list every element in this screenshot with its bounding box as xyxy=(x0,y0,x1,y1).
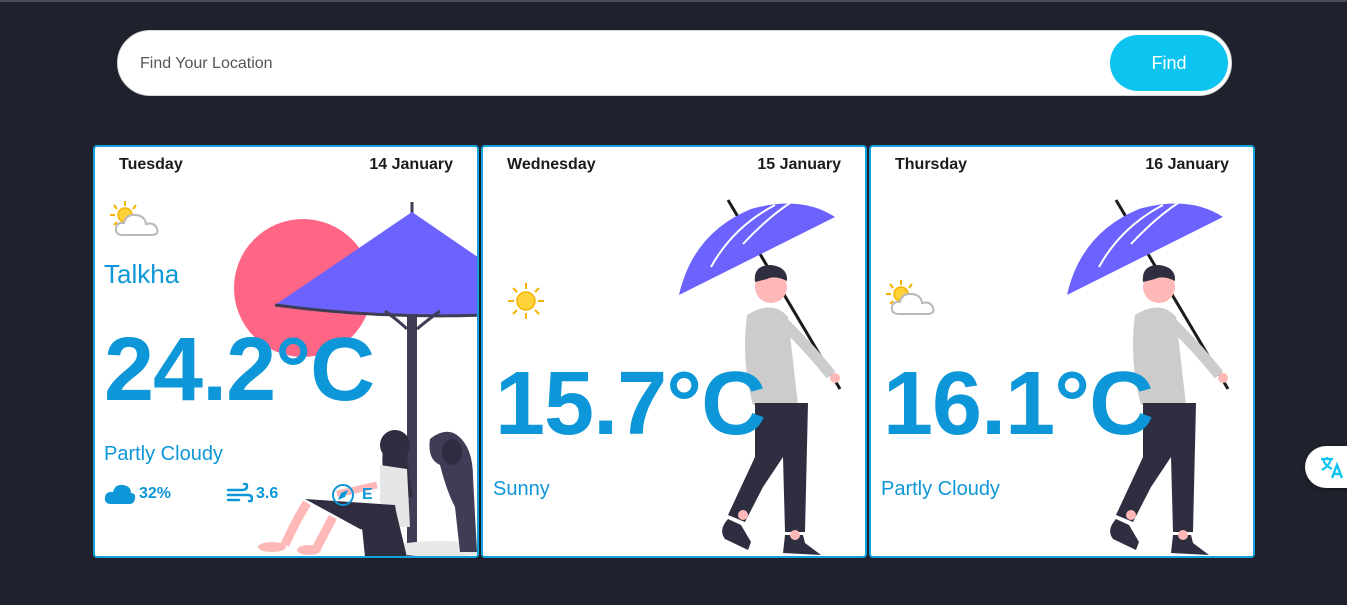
day-label: Tuesday xyxy=(119,156,183,173)
date-label: 15 January xyxy=(757,156,841,173)
humidity-value: 32% xyxy=(139,485,172,502)
day-label: Wednesday xyxy=(507,156,596,173)
forecast-card-day3: Thursday 16 January 16.1°C Partly Cloudy xyxy=(869,145,1255,558)
temperature: 15.7°C xyxy=(495,354,766,454)
city-name: Talkha xyxy=(104,259,180,289)
date-label: 16 January xyxy=(1145,156,1229,173)
compass-icon xyxy=(332,484,354,506)
partly-cloudy-icon xyxy=(110,201,159,236)
search-bar: Find xyxy=(117,30,1232,96)
partly-cloudy-icon xyxy=(886,280,935,315)
temperature: 24.2°C xyxy=(104,320,375,420)
wind-speed-value: 3.6 xyxy=(256,485,279,502)
window-top-border xyxy=(0,0,1347,2)
weather-condition: Sunny xyxy=(493,478,550,500)
weather-condition: Partly Cloudy xyxy=(881,478,1000,500)
wind-direction-value: E xyxy=(362,486,373,503)
cloud-icon xyxy=(104,484,136,504)
date-label: 14 January xyxy=(369,156,453,173)
temperature: 16.1°C xyxy=(883,354,1154,454)
location-search-input[interactable] xyxy=(138,49,1042,79)
sunny-icon xyxy=(508,283,544,319)
translate-button[interactable] xyxy=(1305,446,1347,488)
translate-icon xyxy=(1321,457,1344,479)
forecast-card-today: Tuesday 14 January Talkha 24.2°C Partly … xyxy=(93,145,479,558)
day-label: Thursday xyxy=(895,156,968,173)
humidity-stat: 32% xyxy=(104,483,171,505)
wind-stat: 3.6 xyxy=(226,483,278,505)
wind-direction-stat: E xyxy=(331,483,373,507)
forecast-card-day2: Wednesday 15 January 15.7°C Sunny xyxy=(481,145,867,558)
find-button[interactable]: Find xyxy=(1110,35,1228,91)
wind-icon xyxy=(226,483,253,503)
weather-condition: Partly Cloudy xyxy=(104,443,223,465)
